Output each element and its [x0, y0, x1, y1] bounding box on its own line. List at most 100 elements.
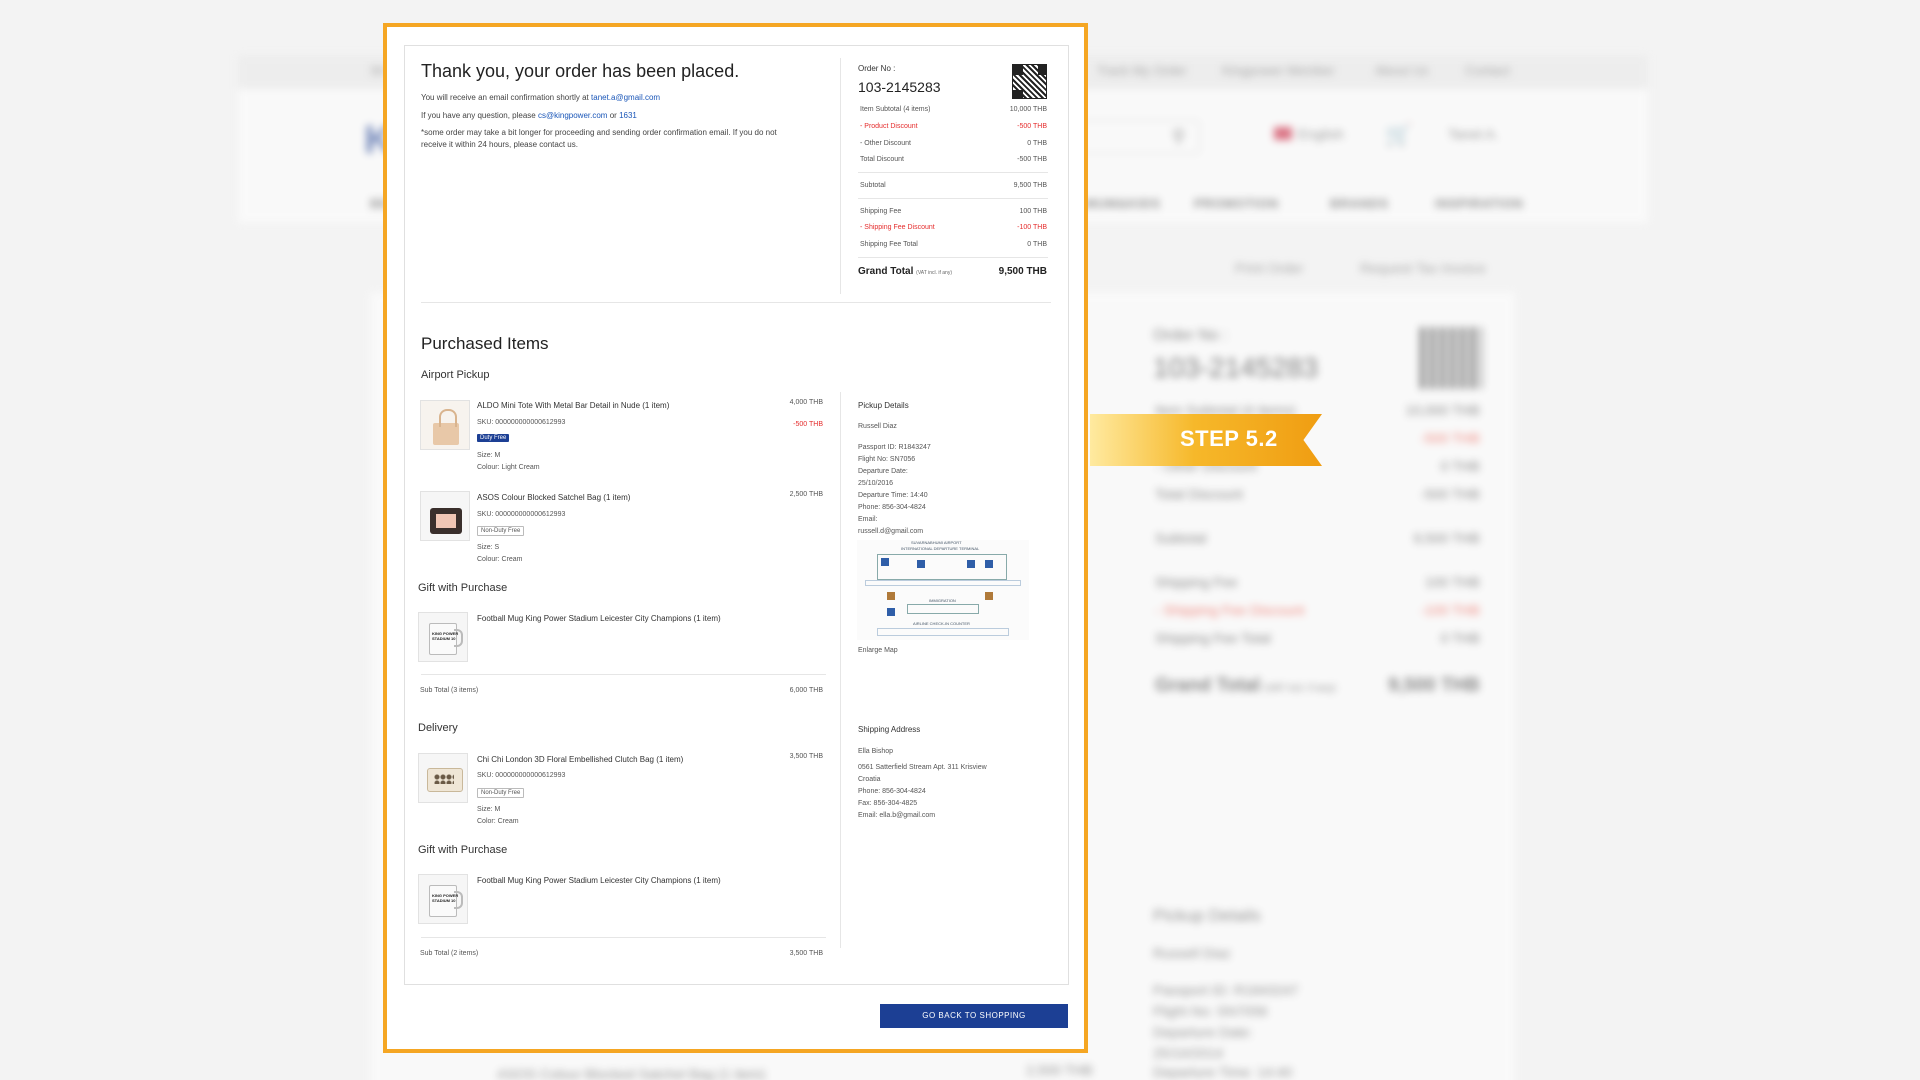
- cart-icon[interactable]: 🛒: [1385, 122, 1412, 148]
- pickup-flight: Flight No: SN7056: [858, 456, 916, 463]
- bg-grand-total-row: Grand Total (VAT incl. if any) 9,500 THB: [1155, 675, 1480, 696]
- delay-note: receive it within 24 hours, please conta…: [421, 140, 578, 149]
- cs-phone-link[interactable]: 1631: [619, 111, 637, 120]
- item-sku: SKU: 000000000000612993: [477, 511, 566, 518]
- bg-pickup-line: Departure Date:: [1153, 1024, 1253, 1040]
- other-discount-value: 0 THB: [1027, 140, 1047, 147]
- item-subtotal-label: Item Subtotal (4 items): [860, 106, 931, 113]
- cs-email-link[interactable]: cs@kingpower.com: [538, 111, 607, 120]
- pickup-departure-date: 25/10/2016: [858, 480, 894, 487]
- pickup-details-title: Pickup Details: [858, 401, 909, 410]
- map-immigration-label: IMMIGRATION: [929, 598, 956, 603]
- item-name[interactable]: ALDO Mini Tote With Metal Bar Detail in …: [477, 401, 669, 410]
- bg-pickup-title: Pickup Details: [1153, 906, 1261, 925]
- product-discount-value: -500 THB: [1017, 123, 1047, 130]
- item-subtotal-value: 10,000 THB: [1009, 106, 1047, 113]
- item-size: Size: M: [477, 452, 501, 459]
- sub-total-value: 3,500 THB: [789, 950, 823, 957]
- map-shop-marker: [917, 560, 925, 568]
- shipping-total-value: 0 THB: [1027, 241, 1047, 248]
- item-discount: -500 THB: [793, 421, 823, 428]
- satchel-bag-image[interactable]: [420, 491, 470, 541]
- shipping-phone: Phone: 856-304-4824: [858, 788, 926, 795]
- nav-item-promotion[interactable]: PROMOTION: [1194, 196, 1279, 211]
- airport-map[interactable]: SUVARNABHUMI AIRPORT INTERNATIONAL DEPAR…: [857, 540, 1029, 640]
- top-link-track-order[interactable]: Track My Order: [1097, 63, 1187, 78]
- search-icon[interactable]: ⚲: [1172, 126, 1185, 147]
- divider: [858, 172, 1048, 173]
- nav-item-mumkids[interactable]: MUM&KIDS: [1085, 196, 1161, 211]
- user-menu[interactable]: Tanet A.: [1448, 126, 1499, 142]
- top-link-contact[interactable]: Contact: [1465, 63, 1510, 78]
- shipping-country: Croatia: [858, 776, 881, 783]
- bg-pickup-line: Passport ID: R1843247: [1153, 982, 1299, 998]
- item-price: 2,500 THB: [789, 491, 823, 498]
- uk-flag-icon: [1274, 127, 1292, 140]
- shipping-name: Ella Bishop: [858, 748, 894, 755]
- item-colour: Colour: Light Cream: [477, 464, 540, 471]
- map-shop-marker: [881, 558, 889, 566]
- gift-item-name[interactable]: Football Mug King Power Stadium Leiceste…: [477, 614, 721, 623]
- top-link-member[interactable]: Kingpower Member: [1222, 63, 1335, 78]
- step-label: STEP 5.2: [1180, 426, 1278, 451]
- item-colour: Colour: Cream: [477, 556, 523, 563]
- tote-bag-image[interactable]: [420, 400, 470, 450]
- sub-total-label: Sub Total (3 items): [420, 687, 479, 694]
- shipping-street: 0561 Satterfield Stream Apt. 311 Krisvie…: [858, 764, 987, 771]
- bg-summary-row: Shipping Fee Total 0 THB: [1155, 630, 1480, 646]
- clutch-bag-image[interactable]: [418, 753, 468, 803]
- gift-item-name[interactable]: Football Mug King Power Stadium Leiceste…: [477, 876, 721, 885]
- pickup-email: russell.d@gmail.com: [858, 528, 924, 535]
- customer-email-link[interactable]: tanet.a@gmail.com: [591, 93, 660, 102]
- go-back-to-shopping-button[interactable]: GO BACK TO SHOPPING: [880, 1004, 1068, 1028]
- divider: [421, 674, 826, 675]
- bg-bottom-item-price: 2,500 THB: [1026, 1062, 1093, 1078]
- pickup-phone: Phone: 856-304-4824: [858, 504, 926, 511]
- total-discount-value: -500 THB: [1017, 156, 1047, 163]
- non-duty-free-badge: Non-Duty Free: [477, 526, 525, 536]
- enlarge-map-link[interactable]: Enlarge Map: [858, 647, 898, 654]
- nav-item-inspiration[interactable]: INSPIRATION: [1435, 196, 1523, 211]
- bg-summary-row: Shipping Fee 100 THB: [1155, 574, 1480, 590]
- subtotal-value: 9,500 THB: [1013, 182, 1047, 189]
- confirmation-title: Thank you, your order has been placed.: [421, 61, 740, 81]
- print-order-button[interactable]: Print Order: [1235, 260, 1303, 276]
- gift-title: Gift with Purchase: [418, 844, 508, 856]
- item-sku: SKU: 000000000000612993: [477, 419, 566, 426]
- pickup-email-label: Email:: [858, 516, 878, 523]
- bg-summary-row: - Shipping Fee Discount -100 THB: [1155, 602, 1480, 618]
- contact-note: If you have any question, please cs@king…: [421, 111, 637, 120]
- bg-pickup-line: Departure Time: 14:40: [1153, 1064, 1293, 1080]
- bg-pickup-name: Russell Diaz: [1153, 945, 1231, 961]
- mug-image[interactable]: KING POWER STADIUM 10: [418, 874, 468, 924]
- divider: [840, 58, 841, 294]
- pickup-passport: Passport ID: R1843247: [858, 444, 931, 451]
- map-shop-marker: [887, 608, 895, 616]
- item-price: 4,000 THB: [789, 399, 823, 406]
- delivery-title: Delivery: [418, 722, 458, 734]
- item-name[interactable]: Chi Chi London 3D Floral Embellished Clu…: [477, 755, 683, 764]
- sub-total-label: Sub Total (2 items): [420, 950, 479, 957]
- item-name[interactable]: ASOS Colour Blocked Satchel Bag (1 item): [477, 493, 630, 502]
- pickup-name: Russell Diaz: [858, 423, 897, 430]
- other-discount-label: - Other Discount: [860, 140, 911, 147]
- item-price: 3,500 THB: [789, 753, 823, 760]
- bg-pickup-line: Flight No: SN7056: [1153, 1003, 1268, 1019]
- pickup-departure-date-label: Departure Date:: [858, 468, 908, 475]
- gift-title: Gift with Purchase: [418, 582, 508, 594]
- sub-total-value: 6,000 THB: [789, 687, 823, 694]
- item-colour: Color: Cream: [477, 818, 519, 825]
- mug-image[interactable]: KING POWER STADIUM 10: [418, 612, 468, 662]
- shipping-fee-value: 100 THB: [1019, 208, 1048, 215]
- language-selector[interactable]: English: [1298, 126, 1344, 142]
- search-input[interactable]: [1080, 120, 1200, 154]
- shipping-discount-label: - Shipping Fee Discount: [860, 224, 935, 231]
- shipping-fax: Fax: 856-304-4825: [858, 800, 918, 807]
- shipping-address-title: Shipping Address: [858, 725, 921, 734]
- divider: [858, 257, 1048, 258]
- request-tax-invoice-button[interactable]: Request Tax Invoice: [1360, 260, 1486, 276]
- divider: [840, 392, 841, 948]
- nav-item-brands[interactable]: BRANDS: [1330, 196, 1389, 211]
- shipping-fee-label: Shipping Fee: [860, 208, 902, 215]
- top-link-about[interactable]: About Us: [1375, 63, 1428, 78]
